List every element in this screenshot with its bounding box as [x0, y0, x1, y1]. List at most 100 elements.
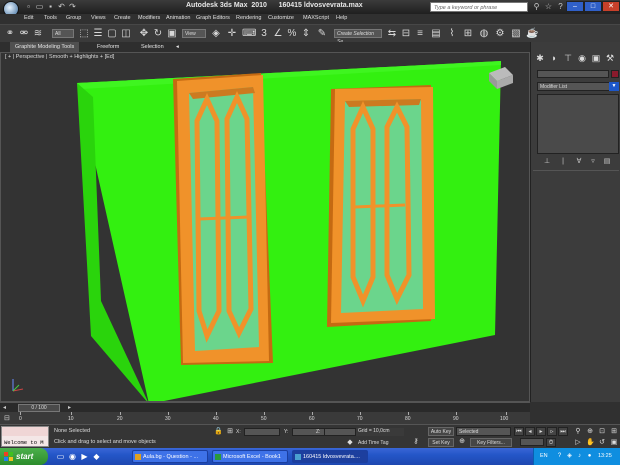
utilities-panel-icon[interactable]: ⚒	[604, 52, 616, 64]
menu-tools[interactable]: Tools	[44, 15, 57, 21]
keyboard-shortcut-icon[interactable]: ⌨	[242, 28, 256, 40]
mirror-icon[interactable]: ⇆	[386, 28, 398, 40]
time-tag-icon[interactable]: ◆	[346, 439, 354, 447]
star-icon[interactable]: ☆	[544, 2, 553, 11]
pivot-center-icon[interactable]: ◈	[210, 28, 222, 40]
current-frame-field[interactable]	[520, 438, 544, 446]
select-object-icon[interactable]: ⬚	[78, 28, 90, 40]
auto-key-button[interactable]: Auto Key	[428, 427, 454, 436]
undo-icon[interactable]: ↶	[57, 2, 66, 11]
menu-animation[interactable]: Animation	[166, 15, 190, 21]
render-production-icon[interactable]: ☕	[526, 28, 538, 40]
save-icon[interactable]: ▪	[46, 2, 55, 11]
schematic-view-icon[interactable]: ⊞	[462, 28, 474, 40]
tab-graphite-modeling-tools[interactable]: Graphite Modeling Tools	[10, 42, 80, 52]
perspective-viewport[interactable]: [ + | Perspective | Smooth + Highlights …	[0, 52, 530, 402]
zoom-extents-icon[interactable]: ⊡	[598, 428, 606, 436]
slider-prev-icon[interactable]: ◂	[3, 404, 6, 411]
maxscript-input[interactable]	[2, 427, 48, 436]
maximize-viewport-icon[interactable]: ▣	[610, 439, 618, 447]
menu-customize[interactable]: Customize	[268, 15, 294, 21]
object-color-swatch[interactable]	[611, 70, 619, 78]
open-file-icon[interactable]: ▭	[35, 2, 44, 11]
tray-volume-icon[interactable]: ♪	[576, 453, 583, 460]
set-key-button[interactable]: Set Key	[428, 438, 454, 447]
tray-network-icon[interactable]: ◈	[566, 453, 573, 460]
pin-stack-icon[interactable]: ⊥	[543, 158, 551, 166]
menu-create[interactable]: Create	[114, 15, 131, 21]
menu-views[interactable]: Views	[91, 15, 106, 21]
select-manipulate-icon[interactable]: ✛	[226, 28, 238, 40]
taskbar-item-aula[interactable]: Aula.bg - Question - ...	[132, 450, 208, 463]
menu-group[interactable]: Group	[66, 15, 81, 21]
show-end-result-icon[interactable]: |	[559, 158, 567, 166]
maximize-button[interactable]: □	[584, 1, 602, 12]
go-to-end-icon[interactable]: ⏭	[558, 427, 568, 436]
tab-selection[interactable]: Selection	[136, 42, 169, 52]
menu-graph-editors[interactable]: Graph Editors	[196, 15, 230, 21]
snaps-toggle-icon[interactable]: 3	[258, 28, 270, 40]
pan-icon[interactable]: ✋	[586, 439, 595, 447]
browser-icon[interactable]: ◉	[68, 452, 77, 461]
new-file-icon[interactable]: ▫	[24, 2, 33, 11]
redo-icon[interactable]: ↷	[68, 2, 77, 11]
remove-modifier-icon[interactable]: ▿	[589, 158, 597, 166]
viewport-label[interactable]: [ + | Perspective | Smooth + Highlights …	[5, 54, 114, 60]
modifier-list-dropdown[interactable]: Modifier List	[537, 82, 619, 91]
select-by-name-icon[interactable]: ☰	[92, 28, 104, 40]
chevron-down-icon[interactable]: ▼	[609, 82, 619, 91]
ribbon-collapse-icon[interactable]: ◂	[176, 42, 179, 52]
z-coordinate-field[interactable]	[324, 428, 356, 436]
material-editor-icon[interactable]: ◍	[478, 28, 490, 40]
curve-editor-icon[interactable]: ⌇	[446, 28, 458, 40]
move-icon[interactable]: ✥	[138, 28, 150, 40]
help-icon[interactable]: ?	[556, 2, 565, 11]
render-setup-icon[interactable]: ⚙	[494, 28, 506, 40]
rendered-frame-icon[interactable]: ▧	[510, 28, 522, 40]
named-selection-set-dropdown[interactable]: Create Selection Se	[334, 29, 382, 45]
rectangular-selection-icon[interactable]: ▢	[106, 28, 118, 40]
maxscript-listener[interactable]: Welcome to M	[1, 426, 49, 447]
time-config-icon[interactable]: ⏱	[546, 438, 556, 447]
add-time-tag-button[interactable]: Add Time Tag	[358, 440, 388, 446]
menu-edit[interactable]: Edit	[24, 15, 33, 21]
motion-panel-icon[interactable]: ◉	[576, 52, 588, 64]
lock-selection-icon[interactable]: 🔒	[214, 428, 223, 436]
tray-app-icon[interactable]: ●	[586, 453, 593, 460]
show-desktop-icon[interactable]: ▭	[56, 452, 65, 461]
play-icon[interactable]: ▸	[536, 427, 546, 436]
orbit-icon[interactable]: ↺	[598, 439, 606, 447]
rotate-icon[interactable]: ↻	[152, 28, 164, 40]
key-filters-button[interactable]: Key Filters...	[470, 438, 512, 447]
key-icon[interactable]: ⚷	[412, 438, 420, 446]
hierarchy-panel-icon[interactable]: ⊤	[562, 52, 574, 64]
media-player-icon[interactable]: ▶	[80, 452, 89, 461]
unlink-icon[interactable]: ⚮	[18, 28, 30, 40]
taskbar-item-3dsmax[interactable]: 160415 ldvosvevrata....	[292, 450, 368, 463]
percent-snap-icon[interactable]: %	[286, 28, 298, 40]
modify-panel-icon[interactable]: ◗	[548, 52, 560, 64]
language-indicator[interactable]: EN	[540, 453, 548, 459]
display-panel-icon[interactable]: ▣	[590, 52, 602, 64]
tab-freeform[interactable]: Freeform	[92, 42, 124, 52]
reference-coordinate-dropdown[interactable]: View	[182, 29, 206, 38]
minimize-button[interactable]: –	[566, 1, 584, 12]
make-unique-icon[interactable]: ∀	[575, 158, 583, 166]
absolute-mode-icon[interactable]: ⊞	[226, 428, 234, 436]
menu-rendering[interactable]: Rendering	[236, 15, 261, 21]
scale-icon[interactable]: ▣	[166, 28, 178, 40]
close-button[interactable]: ✕	[602, 1, 620, 12]
x-coordinate-field[interactable]	[244, 428, 280, 436]
modifier-stack[interactable]	[537, 94, 619, 154]
search-icon[interactable]: ⚲	[532, 2, 541, 11]
zoom-icon[interactable]: ⚲	[574, 428, 582, 436]
menu-help[interactable]: Help	[336, 15, 347, 21]
selection-filter-dropdown[interactable]: All	[52, 29, 74, 38]
tray-help-icon[interactable]: ?	[556, 453, 563, 460]
time-slider[interactable]: ◂ 0 / 100 ▸	[0, 402, 530, 412]
zoom-extents-all-icon[interactable]: ⊞	[610, 428, 618, 436]
configure-sets-icon[interactable]: ▤	[603, 158, 611, 166]
spinner-snap-icon[interactable]: ⇕	[300, 28, 312, 40]
align-icon[interactable]: ⊟	[400, 28, 412, 40]
object-name-field[interactable]	[537, 70, 609, 78]
